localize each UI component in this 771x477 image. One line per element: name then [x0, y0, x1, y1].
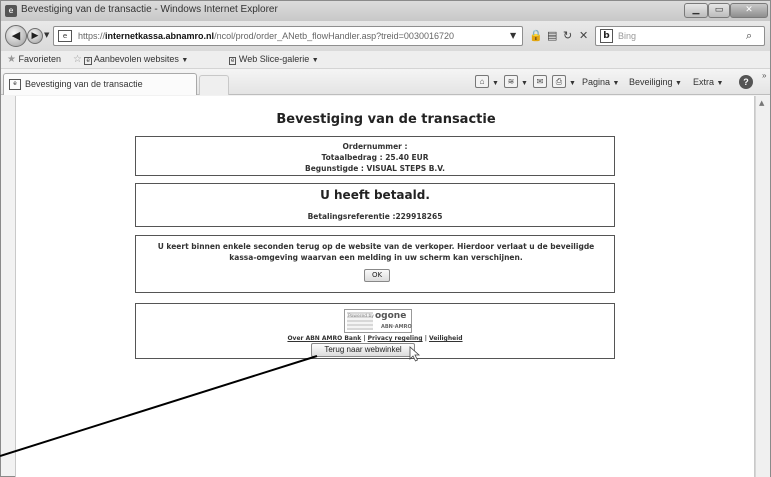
lock-icon[interactable]: 🔒: [529, 29, 543, 42]
security-link[interactable]: Veiligheid: [429, 335, 463, 342]
more-commands-icon[interactable]: »: [762, 71, 766, 80]
paid-message: U heeft betaald.: [320, 188, 430, 202]
forward-arrow-icon: ▶: [31, 31, 39, 41]
stop-icon[interactable]: ✕: [579, 29, 588, 42]
footer-links: Over ABN AMRO Bank | Privacy regeling | …: [136, 335, 614, 342]
chevron-down-icon: ▼: [716, 80, 724, 87]
address-bar[interactable]: e https://internetkassa.abnamro.nl/ncol/…: [53, 26, 523, 46]
chevron-down-icon: ▼: [181, 57, 189, 64]
compatibility-view-icon[interactable]: ▤: [547, 29, 557, 42]
tools-menu[interactable]: Extra ▼: [693, 77, 723, 87]
tab-bar: e Bevestiging van de transactie ⌂ ▼ ≋ ▼ …: [1, 69, 770, 95]
ie-app-icon: e: [5, 5, 17, 17]
logo-ogone: ogone: [375, 311, 407, 321]
page-title: Bevestiging van de transactie: [276, 112, 496, 127]
url-domain: internetkassa.abnamro.nl: [105, 31, 215, 41]
tools-menu-label: Extra: [693, 77, 715, 87]
chevron-down-icon: ▼: [675, 80, 682, 87]
browser-window: e Bevestiging van de transactie - Window…: [0, 0, 771, 477]
safety-menu-label: Beveiliging: [629, 77, 673, 87]
logo-powered-by: Powered by: [348, 314, 375, 319]
suggested-sites-link[interactable]: ☆ e Aanbevolen websites ▼: [73, 54, 188, 65]
forward-button[interactable]: ▶: [27, 28, 43, 44]
search-icon[interactable]: ⌕: [746, 29, 752, 43]
order-number: Ordernummer :: [342, 142, 408, 151]
chevron-down-icon: ▼: [311, 57, 319, 64]
about-abn-amro-link[interactable]: Over ABN AMRO Bank: [287, 335, 361, 342]
address-row: ◀ ▶ ▼ e https://internetkassa.abnamro.nl…: [1, 21, 770, 51]
link-separator: |: [424, 335, 427, 342]
url-prefix: https://: [78, 31, 106, 41]
print-icon[interactable]: ⎙: [552, 75, 566, 88]
suggested-sites-icon: e: [84, 57, 92, 65]
mail-icon[interactable]: ✉: [533, 75, 547, 88]
close-window-button[interactable]: ✕: [730, 3, 768, 18]
tab-active[interactable]: e Bevestiging van de transactie: [3, 73, 197, 95]
vertical-scrollbar[interactable]: ▲: [755, 96, 770, 477]
page-content: Bevestiging van de transactie Ordernumme…: [15, 96, 755, 477]
chevron-down-icon: ▼: [612, 80, 620, 87]
payment-status-panel: U heeft betaald. Betalingsreferentie :22…: [135, 183, 615, 227]
url-path: /ncol/prod/order_ANetb_flowHandler.asp?t…: [214, 31, 454, 41]
feeds-icon[interactable]: ≋: [504, 75, 518, 88]
favorites-button[interactable]: ★ Favorieten: [7, 54, 61, 65]
refresh-icon[interactable]: ↻: [563, 29, 572, 42]
ok-button[interactable]: OK: [364, 269, 390, 282]
add-favorite-icon: ☆: [73, 54, 82, 65]
safety-menu[interactable]: Beveiliging ▼: [629, 77, 682, 87]
web-slice-label: Web Slice-galerie: [238, 54, 310, 64]
page-menu[interactable]: Pagina ▼: [582, 77, 619, 87]
order-summary-panel: Ordernummer : Totaalbedrag : 25.40 EUR B…: [135, 136, 615, 176]
footer-panel: Powered by ogone ABN·AMRO Over ABN AMRO …: [135, 303, 615, 362]
favorites-bar: ★ Favorieten ☆ e Aanbevolen websites ▼ e…: [1, 51, 770, 69]
minimize-button[interactable]: ▁: [684, 3, 708, 18]
title-bar: e Bevestiging van de transactie - Window…: [1, 1, 770, 21]
tab-favicon: e: [9, 79, 21, 90]
home-icon[interactable]: ⌂: [475, 75, 489, 88]
history-dropdown[interactable]: ▼: [44, 31, 49, 39]
web-slice-icon: e: [229, 57, 237, 65]
back-button[interactable]: ◀: [5, 25, 27, 47]
print-dropdown[interactable]: ▼: [569, 77, 576, 87]
home-dropdown[interactable]: ▼: [492, 77, 499, 87]
back-to-shop-button[interactable]: Terug naar webwinkel: [311, 343, 415, 357]
page-menu-label: Pagina: [582, 77, 611, 87]
address-url[interactable]: https://internetkassa.abnamro.nl/ncol/pr…: [78, 31, 454, 41]
feeds-dropdown[interactable]: ▼: [521, 77, 528, 87]
window-title: Bevestiging van de transactie - Windows …: [21, 4, 278, 15]
suggested-sites-label: Aanbevolen websites: [93, 54, 179, 64]
favorites-label: Favorieten: [18, 54, 62, 64]
redirect-notice-text: U keert binnen enkele seconden terug op …: [157, 242, 595, 262]
star-icon: ★: [7, 54, 16, 65]
address-dropdown[interactable]: ▼: [510, 31, 516, 40]
link-separator: |: [363, 335, 366, 342]
tab-title: Bevestiging van de transactie: [25, 79, 143, 89]
bing-engine-icon: b: [600, 29, 613, 43]
site-favicon: e: [58, 30, 72, 42]
new-tab-button[interactable]: [199, 75, 229, 95]
redirect-notice-panel: U keert binnen enkele seconden terug op …: [135, 235, 615, 293]
search-box[interactable]: b Bing ⌕: [595, 26, 765, 46]
back-arrow-icon: ◀: [11, 29, 21, 42]
mouse-pointer-icon: [409, 346, 421, 362]
logo-abn-amro: ABN·AMRO: [381, 324, 412, 330]
web-slice-gallery-link[interactable]: e Web Slice-galerie ▼: [229, 54, 319, 65]
total-amount: Totaalbedrag : 25.40 EUR: [321, 153, 429, 162]
privacy-link[interactable]: Privacy regeling: [368, 335, 423, 342]
beneficiary: Begunstigde : VISUAL STEPS B.V.: [305, 164, 445, 173]
ogone-abn-amro-logo: Powered by ogone ABN·AMRO: [344, 309, 412, 333]
maximize-button[interactable]: ▭: [708, 3, 730, 18]
scroll-up-arrow-icon[interactable]: ▲: [759, 99, 764, 107]
payment-reference: Betalingsreferentie :229918265: [307, 212, 443, 221]
help-icon[interactable]: ?: [739, 75, 753, 89]
search-placeholder: Bing: [618, 31, 637, 41]
